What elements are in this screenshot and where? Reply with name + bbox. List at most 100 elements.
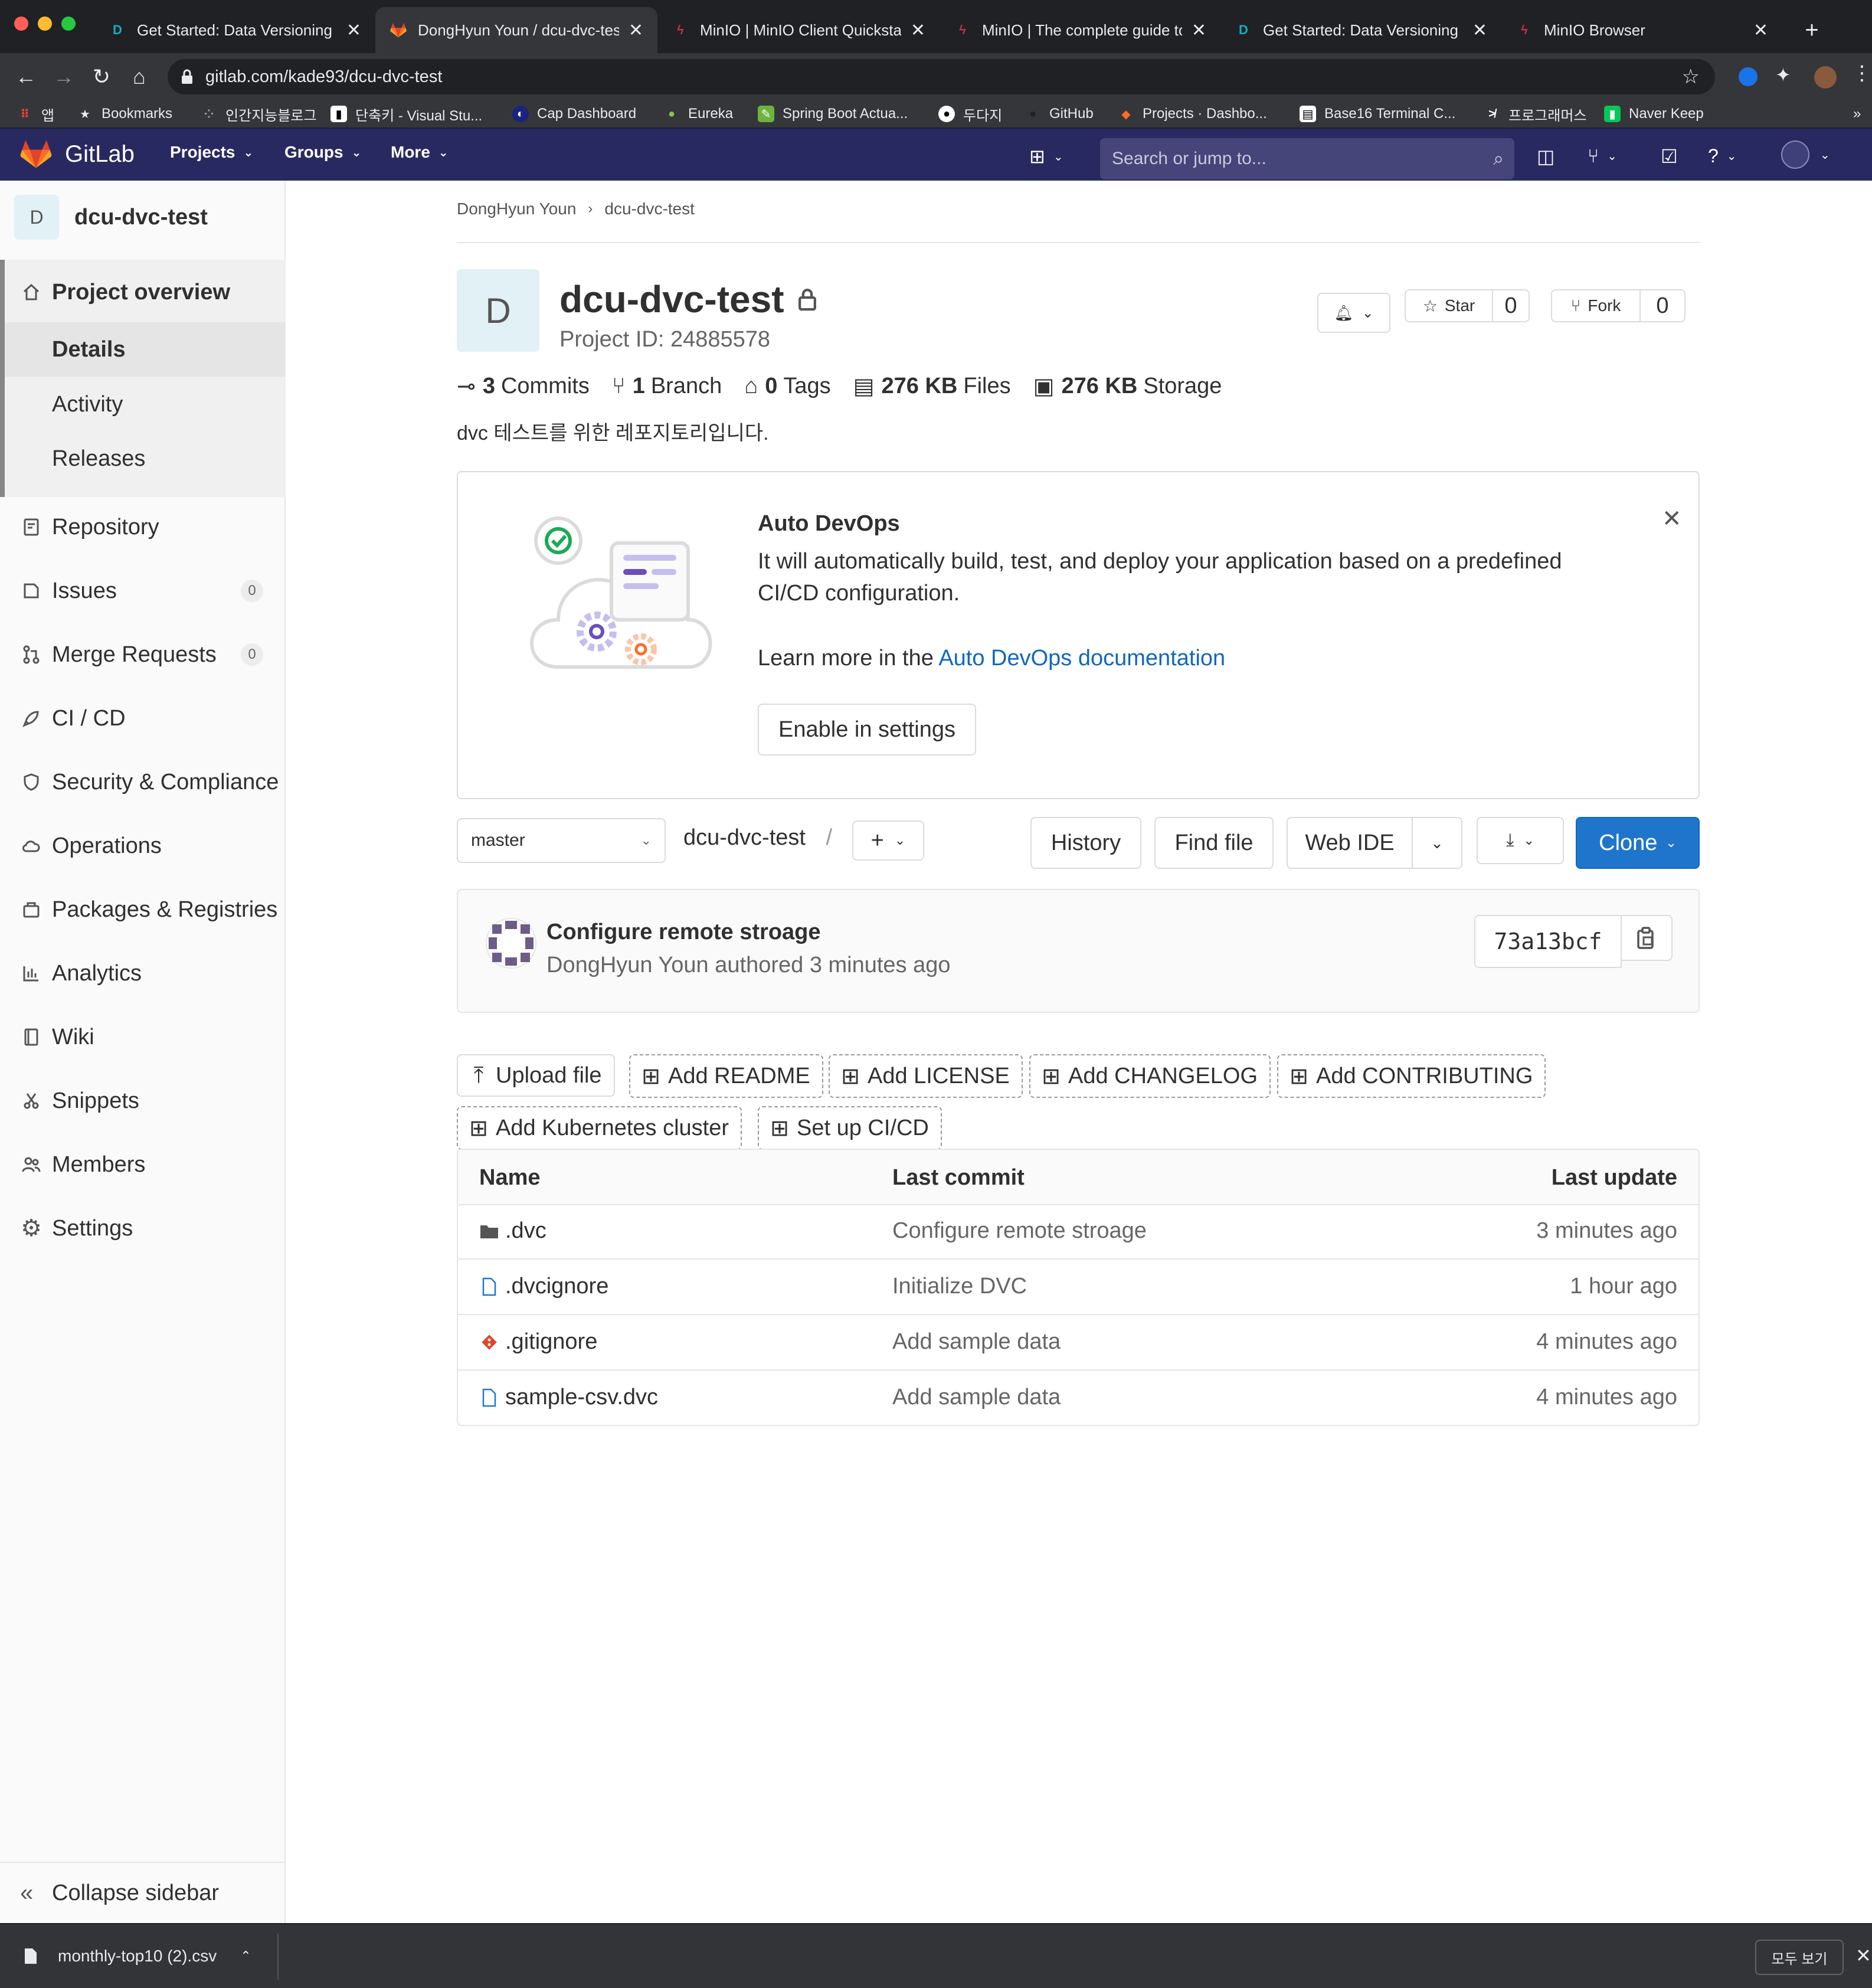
sidebar-subitem-releases[interactable]: Releases [0,440,284,477]
gitlab-home-link[interactable]: GitLab [20,139,135,169]
bookmark-folder[interactable]: ★ Bookmarks [77,100,172,127]
bookmark-item[interactable]: ▮ 단축키 - Visual Stu... [330,100,482,127]
branch-selector[interactable]: master ⌄ [457,818,666,863]
upload-file-button[interactable]: ⤒ Upload file [457,1054,615,1097]
copy-sha-button[interactable] [1621,915,1673,961]
sidebar-item-issues[interactable]: Issues 0 [0,573,284,609]
nav-groups[interactable]: Groups ⌄ [284,143,361,162]
sidebar-subitem-details[interactable]: Details [5,322,286,377]
download-item[interactable]: monthly-top10 (2).csv ⌃ [24,1924,251,1988]
breadcrumb-current[interactable]: dcu-dvc-test [604,200,695,218]
nav-projects[interactable]: Projects ⌄ [170,143,253,162]
add-to-tree-dropdown[interactable]: + ⌄ [852,820,924,861]
bookmark-star-icon[interactable]: ☆ [1682,65,1700,89]
file-name-link[interactable]: .dvcignore [505,1274,608,1299]
profile-avatar[interactable] [1814,66,1837,89]
sidebar-project-link[interactable]: D dcu-dvc-test [14,195,208,240]
new-tab-button[interactable]: + [1794,7,1830,53]
bookmark-apps[interactable]: ⠿ 앱 [17,100,54,127]
browser-tab[interactable]: D Get Started: Data Versioning | D ✕ [1220,7,1501,53]
file-name-link[interactable]: .gitignore [505,1329,597,1355]
browser-tab-active[interactable]: DongHyun Youn / dcu-dvc-test ✕ [375,7,657,53]
sidebar-item-security-compliance[interactable]: Security & Compliance [0,764,284,800]
file-last-commit[interactable]: Add sample data [892,1329,1061,1355]
issues-shortcut-icon[interactable]: ◫ [1537,145,1554,168]
close-window-button[interactable] [14,17,28,31]
todos-icon[interactable]: ☑ [1661,145,1678,168]
sidebar-item-members[interactable]: Members [0,1146,284,1183]
maximize-window-button[interactable] [61,17,76,31]
browser-tab[interactable]: D Get Started: Data Versioning | D ✕ [94,7,375,53]
star-count[interactable]: 0 [1492,289,1530,322]
history-button[interactable]: History [1030,817,1141,869]
table-row[interactable]: .gitignore Add sample data 4 minutes ago [458,1316,1698,1371]
chevron-up-icon[interactable]: ⌃ [240,1948,251,1964]
merge-requests-shortcut[interactable]: ⑂ ⌄ [1588,145,1617,167]
add-license-button[interactable]: ⊞ Add LICENSE [829,1054,1023,1098]
close-tab-icon[interactable]: ✕ [1472,20,1487,41]
close-tab-icon[interactable]: ✕ [629,20,643,41]
add-changelog-button[interactable]: ⊞ Add CHANGELOG [1029,1054,1271,1098]
download-dropdown[interactable]: ⤓ ⌄ [1477,817,1564,864]
user-menu[interactable]: ⌄ [1781,140,1830,169]
table-row[interactable]: .dvc Configure remote stroage 3 minutes … [458,1205,1698,1260]
find-file-button[interactable]: Find file [1154,817,1274,869]
close-tab-icon[interactable]: ✕ [346,20,361,41]
sidebar-item-project-overview[interactable]: Project overview [0,274,284,310]
sidebar-item-operations[interactable]: Operations [0,828,284,864]
bookmark-item[interactable]: ✎ Spring Boot Actua... [758,100,908,127]
file-last-commit[interactable]: Configure remote stroage [892,1218,1147,1244]
bookmark-item[interactable]: ● Eureka [663,100,733,127]
table-row[interactable]: .dvcignore Initialize DVC 1 hour ago [458,1261,1698,1315]
close-icon[interactable]: ✕ [1855,1944,1871,1967]
search-input[interactable]: Search or jump to... ⌕ [1100,138,1514,179]
fork-button[interactable]: ⑂ Fork [1551,289,1641,322]
notification-dropdown[interactable]: 🔔︎ ⌄ [1317,293,1390,333]
sidebar-item-wiki[interactable]: Wiki [0,1019,284,1055]
more-bookmarks-icon[interactable]: » [1853,100,1861,127]
back-button[interactable]: ← [11,61,41,92]
commits-stat[interactable]: ⊸ 3 Commits [457,373,590,400]
bookmark-item[interactable]: ▤ Base16 Terminal C... [1300,100,1455,127]
clone-button[interactable]: Clone ⌄ [1576,817,1700,869]
sidebar-item-merge-requests[interactable]: Merge Requests 0 [0,636,284,673]
sidebar-subitem-activity[interactable]: Activity [0,386,284,423]
menu-kebab-icon[interactable]: ⋮ [1852,61,1872,84]
minimize-window-button[interactable] [38,17,52,31]
bookmark-item[interactable]: ◆ Projects · Dashbo... [1118,100,1266,127]
home-button[interactable]: ⌂ [124,61,155,92]
add-kubernetes-cluster-button[interactable]: ⊞ Add Kubernetes cluster [457,1106,742,1150]
reload-button[interactable]: ↻ [86,61,117,92]
show-all-downloads-button[interactable]: 모두 보기 [1755,1940,1844,1975]
bookmark-item[interactable]: ▮ Naver Keep [1604,100,1704,127]
nav-more[interactable]: More ⌄ [391,143,449,162]
add-readme-button[interactable]: ⊞ Add README [629,1054,823,1098]
repo-path-link[interactable]: dcu-dvc-test [683,825,806,850]
puzzle-icon[interactable]: ✦ [1775,64,1798,86]
extension-icon[interactable] [1739,67,1758,86]
collapse-sidebar-button[interactable]: « Collapse sidebar [0,1862,284,1923]
sidebar-item-ci-cd[interactable]: CI / CD [0,700,284,737]
file-last-commit[interactable]: Initialize DVC [892,1274,1027,1299]
bookmark-item[interactable]: ≯ 프로그래머스 [1484,100,1586,127]
close-icon[interactable]: ✕ [1662,505,1682,532]
web-ide-dropdown[interactable]: ⌄ [1412,817,1462,869]
browser-tab[interactable]: ϟ MinIO | The complete guide to ✕ [940,7,1220,53]
commit-sha[interactable]: 73a13bcf [1474,915,1622,968]
close-tab-icon[interactable]: ✕ [911,20,925,41]
bookmark-item[interactable]: ⁘ 인간지능블로그 [201,100,317,127]
commit-title[interactable]: Configure remote stroage [546,920,821,945]
browser-tab[interactable]: ϟ MinIO | MinIO Client Quickstart ✕ [657,7,940,53]
sidebar-item-settings[interactable]: ⚙ Settings [0,1210,284,1247]
tags-stat[interactable]: ⌂ 0 Tags [744,374,830,399]
sidebar-item-packages-registries[interactable]: Packages & Registries [0,891,284,928]
storage-stat[interactable]: ▣ 276 KB Storage [1033,373,1222,400]
close-tab-icon[interactable]: ✕ [1192,20,1206,41]
file-last-commit[interactable]: Add sample data [892,1385,1061,1410]
file-name-link[interactable]: .dvc [505,1218,546,1244]
auto-devops-docs-link[interactable]: Auto DevOps documentation [938,646,1225,671]
sidebar-item-snippets[interactable]: Snippets [0,1083,284,1119]
bookmark-item[interactable]: ● GitHub [1025,100,1094,127]
files-stat[interactable]: ▤ 276 KB Files [853,373,1011,400]
branch-stat[interactable]: ⑂ 1 Branch [612,374,722,399]
